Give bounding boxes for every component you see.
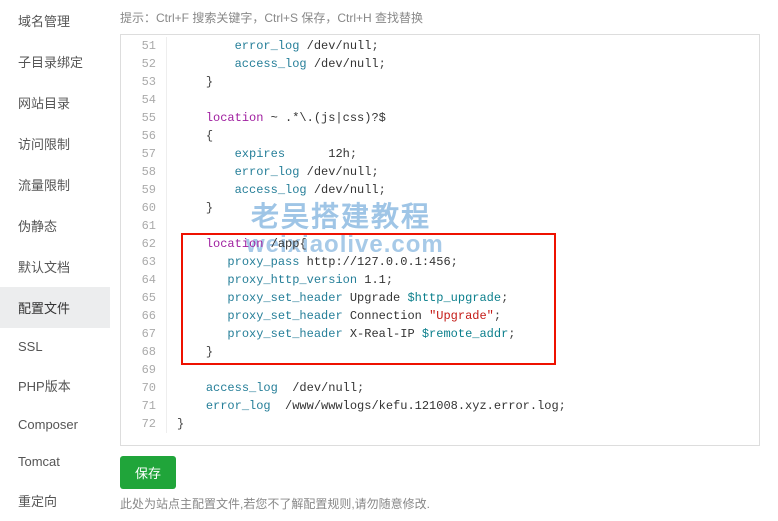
code-line[interactable]: 51 error_log /dev/null;: [121, 37, 759, 55]
code-content[interactable]: proxy_http_version 1.1;: [177, 271, 393, 289]
line-number: 60: [121, 199, 167, 217]
line-number: 58: [121, 163, 167, 181]
code-line[interactable]: 66 proxy_set_header Connection "Upgrade"…: [121, 307, 759, 325]
code-line[interactable]: 53 }: [121, 73, 759, 91]
line-number: 56: [121, 127, 167, 145]
sidebar-item[interactable]: SSL: [0, 328, 110, 365]
line-number: 72: [121, 415, 167, 433]
code-line[interactable]: 63 proxy_pass http://127.0.0.1:456;: [121, 253, 759, 271]
sidebar-item[interactable]: 流量限制: [0, 164, 110, 205]
sidebar-item[interactable]: Composer: [0, 406, 110, 443]
code-line[interactable]: 59 access_log /dev/null;: [121, 181, 759, 199]
code-content[interactable]: expires 12h;: [177, 145, 357, 163]
line-number: 61: [121, 217, 167, 235]
sidebar-item[interactable]: PHP版本: [0, 365, 110, 406]
code-content[interactable]: proxy_set_header X-Real-IP $remote_addr;: [177, 325, 515, 343]
code-content[interactable]: access_log /dev/null;: [177, 55, 386, 73]
line-number: 59: [121, 181, 167, 199]
main-panel: 提示：Ctrl+F 搜索关键字，Ctrl+S 保存，Ctrl+H 查找替换 51…: [110, 0, 778, 516]
code-line[interactable]: 67 proxy_set_header X-Real-IP $remote_ad…: [121, 325, 759, 343]
line-number: 53: [121, 73, 167, 91]
code-content[interactable]: }: [177, 73, 213, 91]
editor-hint: 提示：Ctrl+F 搜索关键字，Ctrl+S 保存，Ctrl+H 查找替换: [120, 0, 760, 34]
sidebar-item[interactable]: 访问限制: [0, 123, 110, 164]
code-content[interactable]: location /app{: [177, 235, 307, 253]
code-content[interactable]: access_log /dev/null;: [177, 181, 386, 199]
sidebar-item[interactable]: 子目录绑定: [0, 41, 110, 82]
code-content[interactable]: location ~ .*\.(js|css)?$: [177, 109, 386, 127]
code-content[interactable]: error_log /dev/null;: [177, 37, 379, 55]
code-line[interactable]: 69: [121, 361, 759, 379]
code-content[interactable]: proxy_set_header Upgrade $http_upgrade;: [177, 289, 508, 307]
line-number: 64: [121, 271, 167, 289]
line-number: 68: [121, 343, 167, 361]
code-line[interactable]: 71 error_log /www/wwwlogs/kefu.121008.xy…: [121, 397, 759, 415]
code-line[interactable]: 70 access_log /dev/null;: [121, 379, 759, 397]
code-content[interactable]: proxy_set_header Connection "Upgrade";: [177, 307, 501, 325]
line-number: 69: [121, 361, 167, 379]
sidebar-item[interactable]: 域名管理: [0, 0, 110, 41]
code-line[interactable]: 65 proxy_set_header Upgrade $http_upgrad…: [121, 289, 759, 307]
code-line[interactable]: 58 error_log /dev/null;: [121, 163, 759, 181]
save-button[interactable]: 保存: [120, 456, 176, 489]
code-line[interactable]: 72}: [121, 415, 759, 433]
line-number: 57: [121, 145, 167, 163]
sidebar-item[interactable]: 伪静态: [0, 205, 110, 246]
line-number: 63: [121, 253, 167, 271]
sidebar: 域名管理子目录绑定网站目录访问限制流量限制伪静态默认文档配置文件SSLPHP版本…: [0, 0, 110, 516]
code-content[interactable]: {: [177, 127, 213, 145]
code-content[interactable]: proxy_pass http://127.0.0.1:456;: [177, 253, 458, 271]
code-content[interactable]: error_log /dev/null;: [177, 163, 379, 181]
line-number: 54: [121, 91, 167, 109]
line-number: 51: [121, 37, 167, 55]
code-line[interactable]: 62 location /app{: [121, 235, 759, 253]
footer-note: 此处为站点主配置文件,若您不了解配置规则,请勿随意修改.: [120, 495, 760, 516]
sidebar-item[interactable]: 默认文档: [0, 246, 110, 287]
line-number: 55: [121, 109, 167, 127]
code-line[interactable]: 68 }: [121, 343, 759, 361]
sidebar-item[interactable]: 重定向: [0, 480, 110, 521]
code-line[interactable]: 52 access_log /dev/null;: [121, 55, 759, 73]
sidebar-item[interactable]: 配置文件: [0, 287, 110, 328]
code-content[interactable]: }: [177, 415, 184, 433]
line-number: 66: [121, 307, 167, 325]
config-editor[interactable]: 51 error_log /dev/null;52 access_log /de…: [120, 34, 760, 446]
code-line[interactable]: 60 }: [121, 199, 759, 217]
code-line[interactable]: 55 location ~ .*\.(js|css)?$: [121, 109, 759, 127]
line-number: 70: [121, 379, 167, 397]
sidebar-item[interactable]: Tomcat: [0, 443, 110, 480]
sidebar-item[interactable]: 网站目录: [0, 82, 110, 123]
line-number: 52: [121, 55, 167, 73]
code-content[interactable]: }: [177, 343, 213, 361]
code-line[interactable]: 61: [121, 217, 759, 235]
code-content[interactable]: error_log /www/wwwlogs/kefu.121008.xyz.e…: [177, 397, 566, 415]
code-line[interactable]: 54: [121, 91, 759, 109]
code-content[interactable]: }: [177, 199, 213, 217]
code-line[interactable]: 57 expires 12h;: [121, 145, 759, 163]
line-number: 71: [121, 397, 167, 415]
code-line[interactable]: 56 {: [121, 127, 759, 145]
code-line[interactable]: 64 proxy_http_version 1.1;: [121, 271, 759, 289]
line-number: 65: [121, 289, 167, 307]
code-content[interactable]: access_log /dev/null;: [177, 379, 364, 397]
line-number: 62: [121, 235, 167, 253]
line-number: 67: [121, 325, 167, 343]
